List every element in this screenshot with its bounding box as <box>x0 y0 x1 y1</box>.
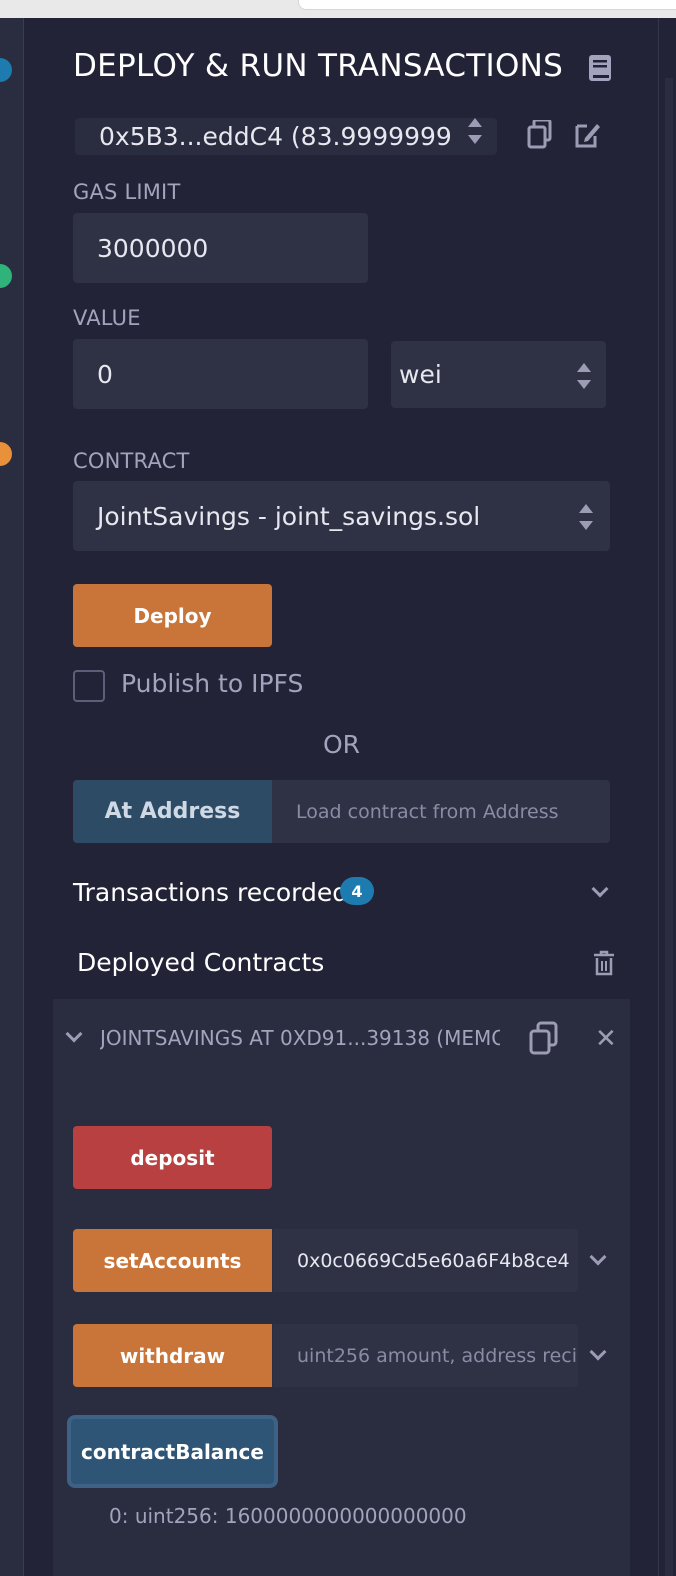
withdraw-placeholder: uint256 amount, address reci <box>297 1344 577 1367</box>
value-unit: wei <box>399 360 442 389</box>
contract-label: CONTRACT <box>73 449 190 473</box>
at-address-placeholder: Load contract from Address <box>296 800 559 823</box>
account-select-value: 0x5B3...eddC4 (83.9999999 <box>99 122 452 151</box>
account-select-arrows-icon <box>468 118 482 144</box>
deploy-plugin-icon[interactable] <box>0 442 12 466</box>
close-icon[interactable]: ✕ <box>595 1024 617 1054</box>
editor-edge <box>658 18 676 1576</box>
compiler-status-icon[interactable] <box>0 264 12 288</box>
contract-select[interactable]: JointSavings - joint_savings.sol <box>73 481 610 551</box>
gas-limit-label: GAS LIMIT <box>73 180 181 204</box>
withdraw-input[interactable]: uint256 amount, address reci <box>273 1324 578 1387</box>
withdraw-button[interactable]: withdraw <box>73 1324 272 1387</box>
plugin-icon[interactable] <box>0 58 12 82</box>
account-select[interactable]: 0x5B3...eddC4 (83.9999999 <box>75 118 497 155</box>
contract-balance-result: 0: uint256: 1600000000000000000 <box>109 1504 467 1528</box>
transactions-chevron-down-icon[interactable] <box>591 880 609 898</box>
publish-ipfs-checkbox[interactable] <box>73 670 105 702</box>
gas-limit-input[interactable]: 3000000 <box>73 213 368 283</box>
edit-icon[interactable] <box>573 118 601 150</box>
browser-tab[interactable] <box>298 0 676 10</box>
set-accounts-input[interactable]: 0x0c0669Cd5e60a6F4b8ce4 <box>273 1229 578 1292</box>
value-amount: 0 <box>97 359 113 389</box>
instance-title[interactable]: JOINTSAVINGS AT 0XD91...39138 (MEMORY) <box>100 1026 500 1050</box>
deploy-run-panel: DEPLOY & RUN TRANSACTIONS 0x5B3...eddC4 … <box>25 18 658 1576</box>
deposit-button[interactable]: deposit <box>73 1126 272 1189</box>
copy-address-icon[interactable] <box>529 1021 559 1055</box>
at-address-button[interactable]: At Address <box>73 780 272 843</box>
trash-icon[interactable] <box>593 950 615 976</box>
browser-tab-strip <box>0 0 676 18</box>
transactions-count-badge: 4 <box>340 877 374 905</box>
contract-select-value: JointSavings - joint_savings.sol <box>97 501 481 531</box>
value-label: VALUE <box>73 306 141 330</box>
set-accounts-value: 0x0c0669Cd5e60a6F4b8ce4 <box>297 1249 570 1272</box>
copy-icon[interactable] <box>527 120 553 150</box>
at-address-input[interactable]: Load contract from Address <box>272 780 610 843</box>
contract-balance-button[interactable]: contractBalance <box>67 1415 278 1488</box>
deploy-button[interactable]: Deploy <box>73 584 272 647</box>
deployed-contracts-label: Deployed Contracts <box>77 948 325 977</box>
or-divider: OR <box>322 730 361 759</box>
unit-select-arrows-icon <box>577 363 591 389</box>
icon-sidebar <box>0 18 24 1576</box>
transactions-recorded-label[interactable]: Transactions recorded <box>73 878 348 907</box>
scrollbar[interactable] <box>665 78 673 1576</box>
publish-ipfs-label: Publish to IPFS <box>121 669 304 698</box>
book-icon[interactable] <box>587 54 613 82</box>
value-input[interactable]: 0 <box>73 339 368 409</box>
gas-limit-value: 3000000 <box>97 233 209 263</box>
panel-title: DEPLOY & RUN TRANSACTIONS <box>73 48 564 84</box>
value-unit-select[interactable]: wei <box>391 341 606 408</box>
set-accounts-button[interactable]: setAccounts <box>73 1229 272 1292</box>
contract-select-arrows-icon <box>579 504 593 530</box>
